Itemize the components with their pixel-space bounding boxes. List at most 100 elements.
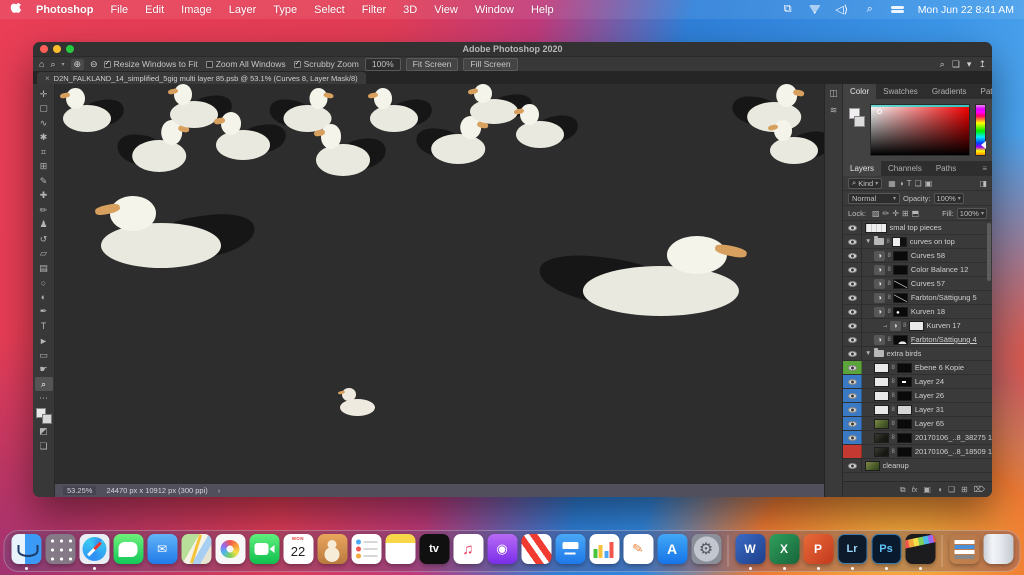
layer-mask-thumbnail[interactable] — [893, 279, 908, 289]
layer-row-main[interactable]: smal top pieces — [862, 221, 992, 234]
lasso-tool[interactable]: ∿ — [35, 116, 53, 130]
dock-app-facetime[interactable] — [249, 533, 280, 569]
history-brush-tool[interactable]: ↺ — [35, 232, 53, 246]
saturation-box[interactable] — [870, 104, 970, 156]
layer-row-main[interactable]: ◑8Curves 57 — [862, 277, 992, 290]
dock-app-trash[interactable] — [983, 533, 1014, 569]
dock-app-safari[interactable] — [79, 533, 110, 569]
layer-mask-thumbnail[interactable] — [897, 377, 912, 387]
new-group-icon[interactable]: ❏ — [948, 485, 955, 494]
dock-app-mail[interactable]: ✉ — [147, 533, 178, 569]
tab-swatches[interactable]: Swatches — [876, 84, 925, 99]
layer-visibility-cell[interactable] — [843, 361, 862, 374]
layer-row-main[interactable]: ◑8Color Balance 12 — [862, 263, 992, 276]
layer-mask-thumbnail[interactable] — [909, 321, 924, 331]
dock-app-news[interactable] — [521, 533, 552, 569]
dock-app-podcasts[interactable]: ◉ — [487, 533, 518, 569]
layer-mask-thumbnail[interactable] — [893, 251, 908, 261]
link-layers-icon[interactable]: ⧉ — [900, 485, 906, 495]
dock-app-contacts[interactable] — [317, 533, 348, 569]
canvas-image[interactable] — [55, 84, 824, 484]
volume-icon[interactable]: ◁⟩ — [835, 3, 849, 16]
layer-row-main[interactable]: ◑8Curves 58 — [862, 249, 992, 262]
add-mask-icon[interactable]: ▣ — [923, 485, 931, 494]
color-marker[interactable] — [877, 109, 882, 114]
layer-row[interactable]: ◑8Color Balance 12 — [843, 263, 992, 277]
wifi-icon[interactable] — [809, 5, 821, 14]
frame-tool[interactable]: ⊞ — [35, 160, 53, 174]
dock-app-keynote[interactable] — [555, 533, 586, 569]
layer-row-main[interactable]: 8Layer 65 — [862, 417, 992, 430]
layer-thumbnail[interactable] — [874, 433, 889, 443]
blend-mode-select[interactable]: Normal ▾ — [848, 193, 900, 204]
layer-mask-thumbnail[interactable] — [897, 363, 912, 373]
layer-effects-icon[interactable]: fx — [912, 485, 918, 494]
layer-thumbnail[interactable] — [874, 377, 889, 387]
layer-thumbnail[interactable] — [874, 391, 889, 401]
layer-row[interactable]: cleanup — [843, 459, 992, 473]
menu-item-filter[interactable]: Filter — [362, 4, 386, 16]
home-icon[interactable]: ⌂ — [39, 59, 44, 69]
dock-app-music[interactable]: ♫ — [453, 533, 484, 569]
mask-link-icon[interactable]: 8 — [892, 393, 895, 399]
document-tab[interactable]: × D2N_FALKLAND_14_simplified_5gig multi … — [37, 72, 366, 84]
mask-link-icon[interactable]: 8 — [892, 379, 895, 385]
mask-link-icon[interactable]: 8 — [892, 365, 895, 371]
adjustment-filter-icon[interactable]: ◑ — [899, 179, 904, 188]
menu-item-view[interactable]: View — [434, 4, 458, 16]
layer-visibility-cell[interactable] — [843, 235, 862, 248]
delete-layer-icon[interactable]: ⌦ — [974, 485, 985, 494]
crop-tool[interactable]: ⌗ — [35, 145, 53, 159]
apple-menu-icon[interactable] — [10, 3, 22, 16]
layer-filter-select[interactable]: ⌕ Kind ▾ — [848, 178, 882, 189]
display-icon[interactable]: ⧉ — [781, 3, 795, 16]
new-layer-icon[interactable]: ⊞ — [961, 485, 968, 494]
layer-thumbnail[interactable] — [874, 363, 889, 373]
layer-visibility-cell[interactable] — [843, 305, 862, 318]
layer-visibility-cell[interactable] — [843, 389, 862, 402]
layer-name[interactable]: Kurven 17 — [926, 321, 960, 330]
eye-icon[interactable] — [848, 295, 857, 301]
dock-app-numbers[interactable] — [589, 533, 620, 569]
lock-icon-0[interactable]: ▨ — [872, 209, 880, 218]
layer-row-main[interactable]: 8Ebene 6 Kopie — [862, 361, 992, 374]
layer-name[interactable]: Curves 58 — [911, 251, 945, 260]
share-icon[interactable]: ↥ — [978, 59, 986, 70]
dock-app-photos[interactable] — [215, 533, 246, 569]
layer-row-main[interactable]: 8Layer 26 — [862, 389, 992, 402]
layer-mask-thumbnail[interactable] — [893, 335, 908, 345]
group-caret-icon[interactable]: ▼ — [865, 350, 871, 357]
layer-visibility-cell[interactable] — [843, 333, 862, 346]
layer-row[interactable]: ▼extra birds — [843, 347, 992, 361]
layer-visibility-cell[interactable] — [843, 221, 862, 234]
layer-visibility-cell[interactable] — [843, 319, 862, 332]
workspace-icon[interactable]: ❏ — [952, 59, 960, 70]
screen-mode-icon[interactable]: ❏ — [35, 439, 53, 453]
object-selection-tool[interactable]: ✱ — [35, 131, 53, 145]
menu-item-3d[interactable]: 3D — [403, 4, 417, 16]
toolbar-color-swatches[interactable] — [36, 408, 52, 424]
layer-row[interactable]: ◑8Farbton/Sättigung 4 — [843, 333, 992, 347]
layer-visibility-cell[interactable] — [843, 431, 862, 444]
layer-name[interactable]: smal top pieces — [890, 223, 942, 232]
eye-icon[interactable] — [848, 309, 857, 315]
adjustment-layer-icon[interactable]: ◑ — [937, 485, 942, 494]
layer-row[interactable]: ◑8Kurven 18 — [843, 305, 992, 319]
layer-name[interactable]: 20170106_..8_38275 1 — [915, 433, 992, 442]
layer-visibility-cell[interactable] — [843, 249, 862, 262]
shape-filter-icon[interactable]: ❏ — [915, 179, 922, 188]
hue-marker-icon[interactable] — [981, 141, 986, 149]
zoom-in-icon[interactable]: ⊕ — [71, 59, 85, 70]
mask-link-icon[interactable]: 8 — [888, 281, 891, 287]
eye-icon[interactable] — [848, 393, 857, 399]
eye-icon[interactable] — [848, 463, 857, 469]
libraries-panel-icon[interactable]: ≋ — [830, 105, 838, 116]
layer-name[interactable]: cleanup — [883, 461, 909, 470]
layer-row[interactable]: 8Layer 26 — [843, 389, 992, 403]
layer-mask-thumbnail[interactable] — [893, 265, 908, 275]
hand-tool[interactable]: ☛ — [35, 363, 53, 377]
layer-row[interactable]: ¬◑8Kurven 17 — [843, 319, 992, 333]
layer-mask-thumbnail[interactable] — [892, 237, 907, 247]
clone-stamp-tool[interactable]: ♟ — [35, 218, 53, 232]
layer-visibility-cell[interactable] — [843, 277, 862, 290]
